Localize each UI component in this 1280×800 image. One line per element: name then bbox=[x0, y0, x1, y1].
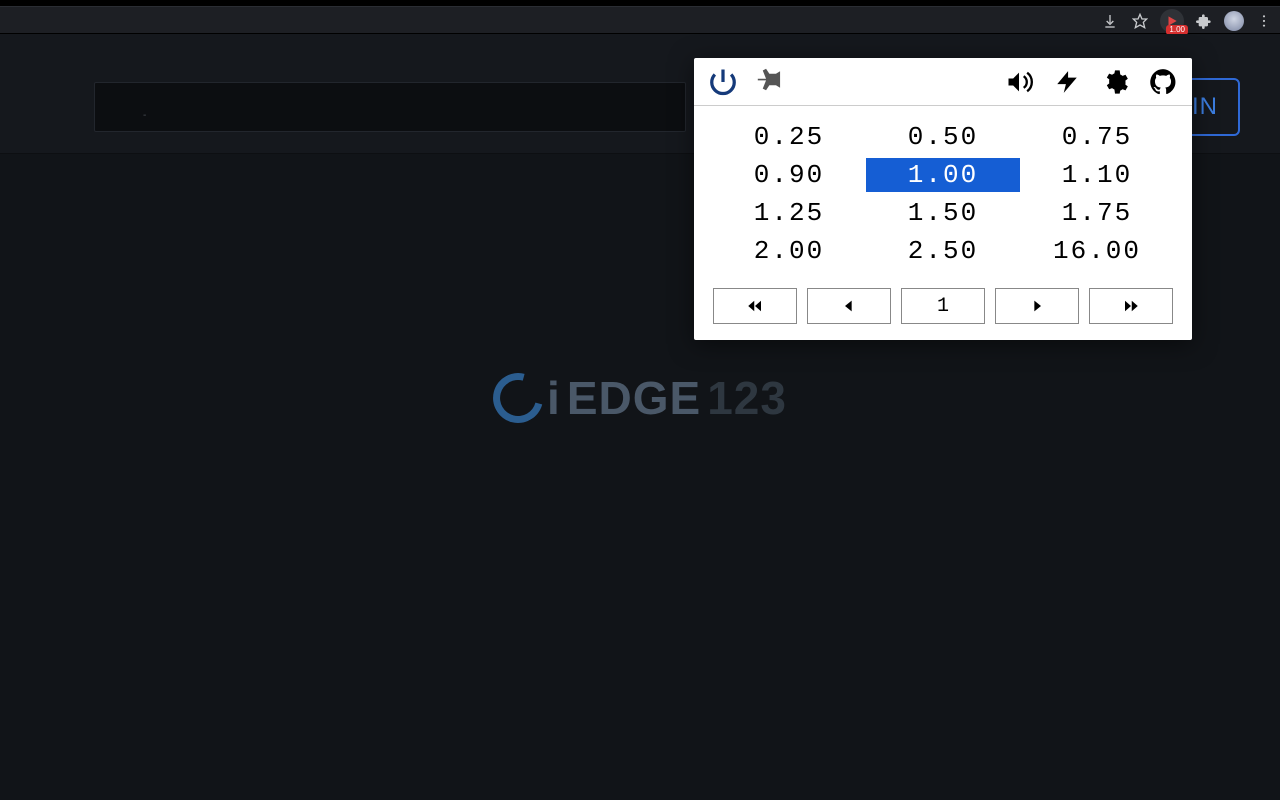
speed-option[interactable]: 1.75 bbox=[1020, 196, 1174, 230]
speed-option[interactable]: 1.00 bbox=[866, 158, 1020, 192]
power-icon[interactable] bbox=[708, 67, 738, 97]
speed-option[interactable]: 1.50 bbox=[866, 196, 1020, 230]
speed-option[interactable]: 0.75 bbox=[1020, 120, 1174, 154]
extension-speed-icon[interactable] bbox=[1160, 9, 1184, 33]
speed-stepper bbox=[694, 278, 1192, 340]
speed-option[interactable]: 16.00 bbox=[1020, 234, 1174, 268]
decrease-button[interactable] bbox=[807, 288, 891, 324]
logo-123: 123 bbox=[707, 371, 787, 425]
extensions-puzzle-icon[interactable] bbox=[1194, 11, 1214, 31]
speed-input[interactable] bbox=[901, 288, 985, 324]
speed-option[interactable]: 0.50 bbox=[866, 120, 1020, 154]
forward-fast-button[interactable] bbox=[1089, 288, 1173, 324]
speed-grid: 0.250.500.75 0.901.001.10 1.251.501.75 2.00… bbox=[694, 106, 1192, 278]
site-logo: i EDGE 123 bbox=[493, 371, 787, 425]
star-icon[interactable] bbox=[1130, 11, 1150, 31]
speed-option[interactable]: 1.25 bbox=[712, 196, 866, 230]
volume-icon[interactable] bbox=[1004, 67, 1034, 97]
speed-extension-popup: 0.250.500.75 0.901.001.10 1.251.501.75 2.00… bbox=[694, 58, 1192, 340]
lightning-icon[interactable] bbox=[1052, 67, 1082, 97]
popup-toolbar bbox=[694, 58, 1192, 106]
browser-toolbar bbox=[0, 6, 1280, 34]
speed-option[interactable]: 2.50 bbox=[866, 234, 1020, 268]
profile-avatar-icon[interactable] bbox=[1224, 11, 1244, 31]
browser-toolbar-icons bbox=[1100, 7, 1274, 35]
speed-option[interactable]: 0.90 bbox=[712, 158, 866, 192]
speed-option[interactable]: 2.00 bbox=[712, 234, 866, 268]
kebab-menu-icon[interactable] bbox=[1254, 11, 1274, 31]
github-icon[interactable] bbox=[1148, 67, 1178, 97]
speed-option[interactable]: 1.10 bbox=[1020, 158, 1174, 192]
pin-icon[interactable] bbox=[756, 67, 786, 97]
increase-button[interactable] bbox=[995, 288, 1079, 324]
download-icon[interactable] bbox=[1100, 11, 1120, 31]
speed-option[interactable]: 0.25 bbox=[712, 120, 866, 154]
logo-i: i bbox=[547, 371, 561, 425]
search-input[interactable]: - bbox=[94, 82, 686, 132]
search-caret: - bbox=[143, 110, 146, 121]
gear-icon[interactable] bbox=[1100, 67, 1130, 97]
logo-edge: EDGE bbox=[567, 371, 701, 425]
edge-swoosh-icon bbox=[484, 364, 552, 432]
rewind-fast-button[interactable] bbox=[713, 288, 797, 324]
